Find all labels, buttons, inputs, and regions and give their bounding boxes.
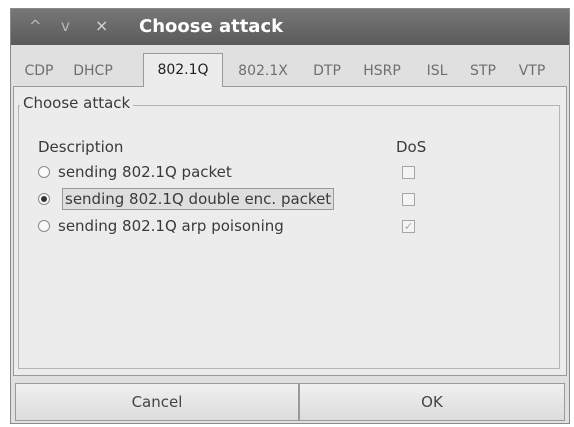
- dos-checkbox[interactable]: [402, 193, 415, 206]
- minimize-icon[interactable]: ^: [29, 17, 42, 35]
- dos-column-header: DoS: [396, 138, 427, 156]
- tab-dhcp[interactable]: DHCP: [65, 59, 121, 85]
- group-title: Choose attack: [20, 93, 134, 113]
- cancel-button[interactable]: Cancel: [15, 383, 299, 421]
- attack-row[interactable]: sending 802.1Q packet: [14, 161, 566, 185]
- title-bar: ^ v × Choose attack: [11, 9, 569, 45]
- choose-attack-dialog: ^ v × Choose attack CDP DHCP 802.1Q 802.…: [10, 8, 570, 424]
- tab-cdp[interactable]: CDP: [17, 59, 61, 85]
- protocol-tabs: CDP DHCP 802.1Q 802.1X DTP HSRP ISL STP …: [13, 53, 567, 87]
- tab-hsrp[interactable]: HSRP: [353, 59, 411, 85]
- attack-label[interactable]: sending 802.1Q double enc. packet: [62, 188, 335, 210]
- attack-label[interactable]: sending 802.1Q arp poisoning: [58, 216, 284, 236]
- ok-button[interactable]: OK: [299, 383, 565, 421]
- tab-802-1q[interactable]: 802.1Q: [143, 53, 223, 87]
- window-title: Choose attack: [139, 16, 284, 37]
- close-icon[interactable]: ×: [95, 17, 108, 35]
- dos-checkbox[interactable]: ✓: [402, 220, 415, 233]
- button-bar: Cancel OK: [13, 383, 567, 423]
- attack-radio[interactable]: [38, 166, 50, 178]
- tab-stp[interactable]: STP: [461, 59, 505, 85]
- attack-radio[interactable]: [38, 193, 50, 205]
- tab-802-1x[interactable]: 802.1X: [227, 59, 299, 85]
- tab-panel: Choose attack Description DoS sending 80…: [13, 86, 567, 376]
- attack-radio[interactable]: [38, 220, 50, 232]
- attack-label[interactable]: sending 802.1Q packet: [58, 162, 232, 182]
- dos-checkbox[interactable]: [402, 166, 415, 179]
- attack-row[interactable]: sending 802.1Q arp poisoning ✓: [14, 215, 566, 239]
- tab-isl[interactable]: ISL: [419, 59, 455, 85]
- description-column-header: Description: [38, 138, 124, 156]
- attack-row[interactable]: sending 802.1Q double enc. packet: [14, 188, 566, 212]
- tab-dtp[interactable]: DTP: [305, 59, 349, 85]
- maximize-icon[interactable]: v: [61, 17, 70, 35]
- tab-vtp[interactable]: VTP: [509, 59, 555, 85]
